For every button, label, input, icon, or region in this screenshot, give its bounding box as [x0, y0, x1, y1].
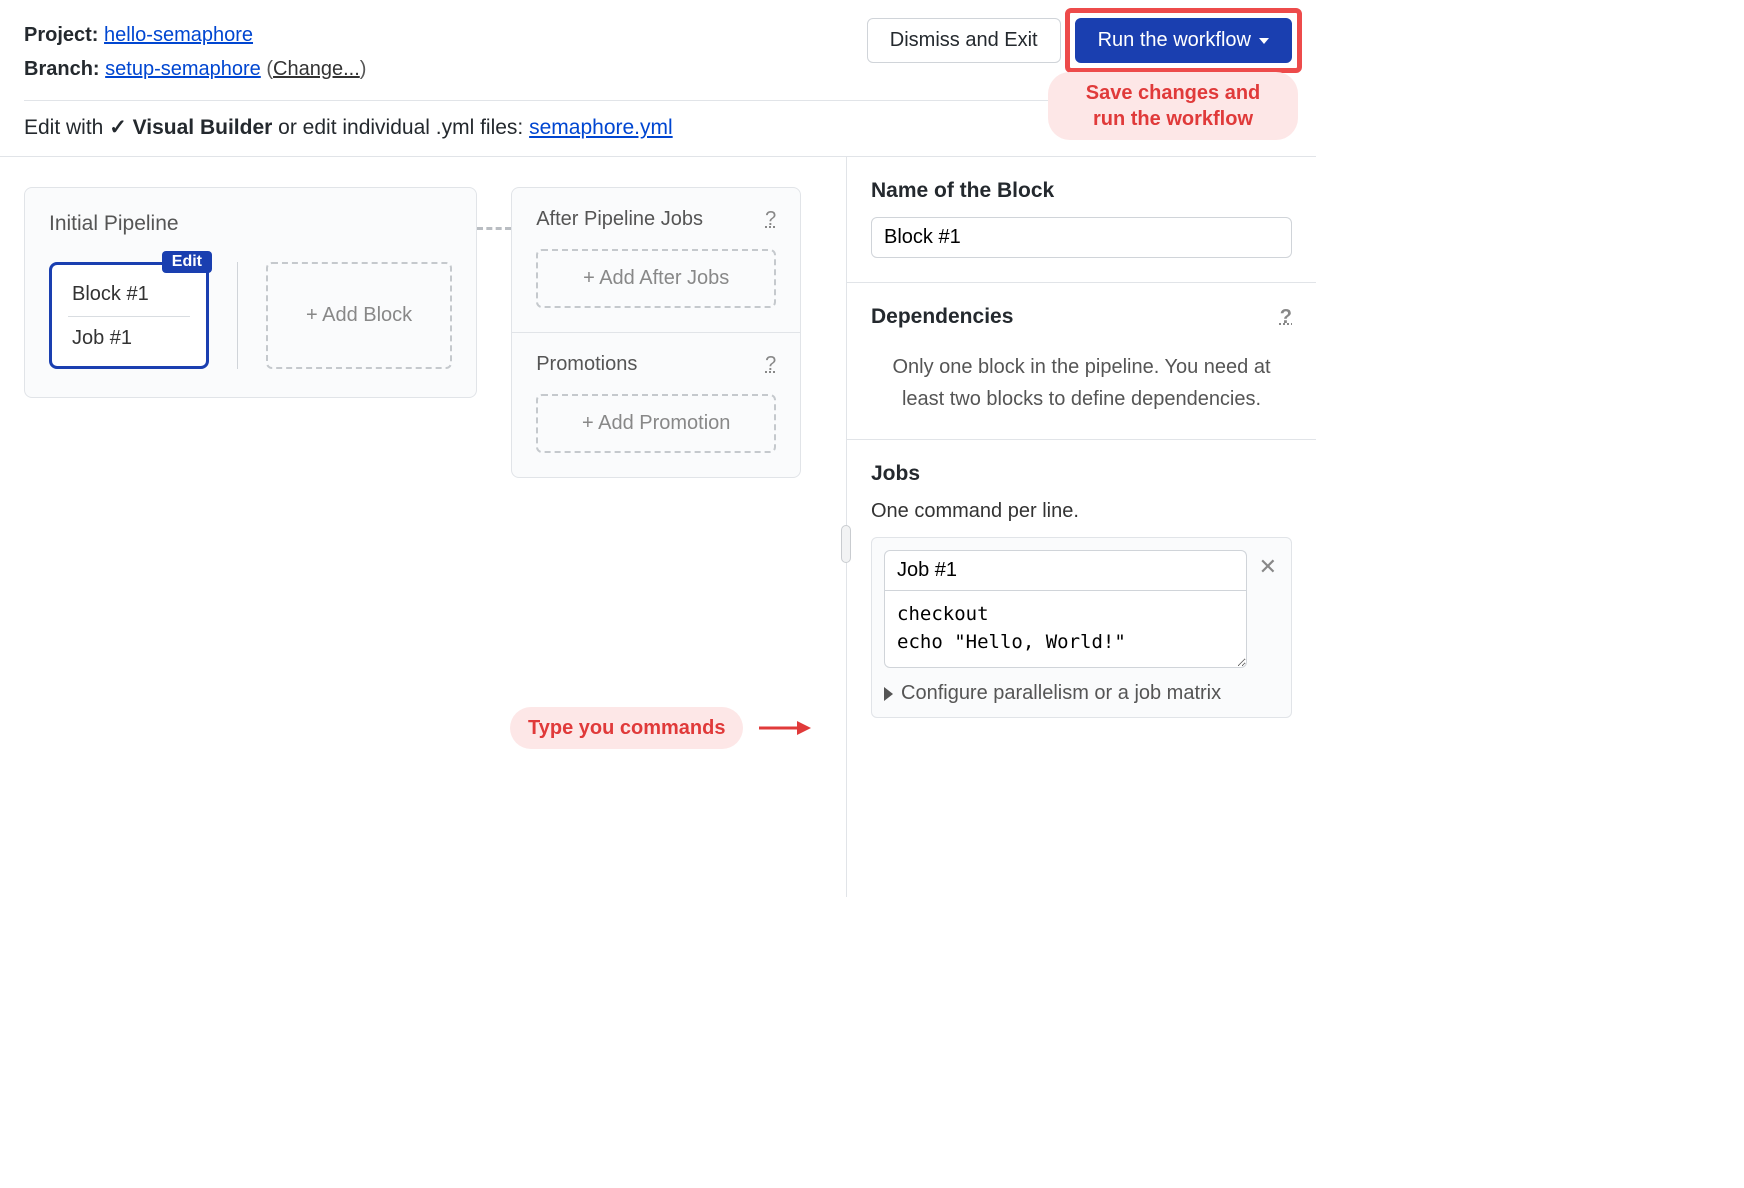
job-commands-textarea[interactable]: [884, 590, 1247, 668]
promotions-help-icon[interactable]: ?: [765, 353, 776, 376]
pipeline-canvas: Initial Pipeline Edit Block #1 Job #1 + …: [0, 157, 846, 897]
pipeline-title: Initial Pipeline: [49, 212, 452, 236]
annotation-type-commands: Type you commands: [510, 707, 743, 749]
after-jobs-help-icon[interactable]: ?: [765, 208, 776, 231]
project-label: Project:: [24, 24, 98, 46]
remove-job-button[interactable]: ✕: [1257, 550, 1279, 578]
configure-parallelism-label: Configure parallelism or a job matrix: [901, 682, 1221, 705]
edit-badge: Edit: [162, 251, 212, 273]
job-name-input[interactable]: [884, 550, 1247, 590]
add-promotion-button[interactable]: + Add Promotion: [536, 394, 776, 453]
block-name: Block #1: [72, 283, 186, 306]
add-block-button[interactable]: + Add Block: [266, 262, 452, 369]
visual-builder-tab[interactable]: Visual Builder: [133, 116, 273, 139]
after-pipeline-card: After Pipeline Jobs ? + Add After Jobs P…: [511, 187, 801, 478]
annotation-type-commands-wrap: Type you commands: [510, 707, 811, 749]
jobs-label: Jobs: [871, 462, 1292, 486]
block-divider: [68, 316, 190, 317]
triangle-right-icon: [884, 687, 893, 701]
change-paren: (Change...): [266, 58, 366, 80]
yml-file-link[interactable]: semaphore.yml: [529, 116, 673, 139]
job-editor: ✕ Configure parallelism or a job matrix: [871, 537, 1292, 718]
dependencies-message: Only one block in the pipeline. You need…: [871, 343, 1292, 415]
branch-label: Branch:: [24, 58, 100, 80]
header-info: Project: hello-semaphore Branch: setup-s…: [24, 18, 366, 86]
block-job-name: Job #1: [72, 327, 186, 350]
run-workflow-label: Run the workflow: [1098, 29, 1251, 52]
promotions-title: Promotions: [536, 353, 637, 376]
branch-link[interactable]: setup-semaphore: [105, 58, 261, 80]
configure-parallelism-toggle[interactable]: Configure parallelism or a job matrix: [884, 682, 1279, 705]
block-settings-panel: Name of the Block Dependencies ? Only on…: [846, 157, 1316, 897]
edit-suffix: or edit individual .yml files:: [272, 116, 529, 139]
initial-pipeline-card: Initial Pipeline Edit Block #1 Job #1 + …: [24, 187, 477, 398]
after-jobs-title: After Pipeline Jobs: [536, 208, 703, 231]
dependencies-help-icon[interactable]: ?: [1280, 306, 1292, 329]
project-link[interactable]: hello-semaphore: [104, 24, 253, 46]
block-name-input[interactable]: [871, 217, 1292, 258]
arrow-right-icon: [757, 716, 811, 740]
annotation-save-run: Save changes and run the workflow: [1048, 72, 1298, 140]
panel-resize-handle[interactable]: [841, 525, 851, 563]
add-after-jobs-button[interactable]: + Add After Jobs: [536, 249, 776, 308]
caret-down-icon: [1259, 38, 1269, 44]
dismiss-exit-button[interactable]: Dismiss and Exit: [867, 18, 1061, 63]
run-workflow-button[interactable]: Run the workflow: [1075, 18, 1292, 63]
jobs-hint: One command per line.: [871, 500, 1292, 523]
dependencies-label: Dependencies: [871, 305, 1013, 329]
block-card[interactable]: Edit Block #1 Job #1: [49, 262, 209, 369]
check-icon: ✓: [109, 116, 132, 139]
pipeline-connector: [477, 227, 511, 230]
change-branch-link[interactable]: Change...: [273, 58, 360, 80]
vertical-divider: [237, 262, 238, 369]
name-of-block-label: Name of the Block: [871, 179, 1292, 203]
edit-prefix: Edit with: [24, 116, 103, 139]
